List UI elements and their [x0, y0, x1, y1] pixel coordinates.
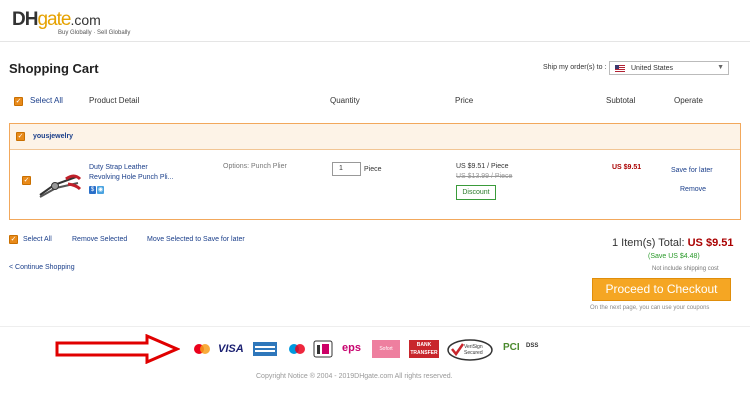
store-name[interactable]: yousjewelry	[33, 133, 73, 140]
column-price: Price	[455, 96, 474, 105]
product-name-link[interactable]: Duty Strap Leather Revolving Hole Punch …	[89, 163, 189, 183]
product-badges: $ ◉	[89, 184, 105, 194]
total-label: 1 Item(s) Total:	[612, 237, 688, 249]
dollar-badge-icon: $	[89, 186, 96, 194]
total-amount: US $9.51	[687, 237, 734, 249]
continue-shopping-link[interactable]: < Continue Shopping	[9, 264, 75, 271]
unit-price: US $9.51 / Piece	[456, 163, 509, 170]
product-image[interactable]	[36, 171, 82, 201]
store-checkbox[interactable]: ✓	[16, 132, 25, 141]
select-all-checkbox[interactable]: ✓	[14, 97, 23, 106]
footer-divider	[0, 326, 750, 327]
maestro-icon	[289, 344, 305, 354]
column-quantity: Quantity	[330, 96, 360, 105]
logo-dh: DH	[12, 9, 38, 30]
proceed-to-checkout-button[interactable]: Proceed to Checkout	[592, 278, 731, 301]
dropdown-caret-icon: ▼	[717, 64, 724, 71]
column-product-detail: Product Detail	[89, 96, 140, 105]
page-title: Shopping Cart	[9, 61, 99, 76]
bank-transfer-line1: BANK	[416, 342, 432, 348]
discount-button[interactable]: Discount	[456, 185, 496, 200]
savings-text: (Save US $4.48)	[648, 253, 700, 260]
store-header: ✓ yousjewelry	[10, 124, 740, 150]
item-subtotal: US $9.51	[612, 164, 642, 171]
site-header: DHgate.com Buy Globally · Sell Globally	[0, 0, 750, 42]
visa-icon: VISA	[218, 343, 244, 355]
american-express-icon	[253, 342, 277, 356]
quantity-input[interactable]: 1	[332, 162, 361, 176]
dhgate-logo[interactable]: DHgate.com Buy Globally · Sell Globally	[12, 9, 130, 36]
country-value: United States	[631, 65, 674, 72]
remove-selected-link[interactable]: Remove Selected	[72, 236, 127, 243]
item-checkbox[interactable]: ✓	[22, 176, 31, 185]
save-for-later-link[interactable]: Save for later	[671, 167, 713, 174]
shield-badge-icon: ◉	[97, 186, 104, 194]
ideal-icon	[313, 340, 333, 358]
bottom-select-all-label[interactable]: Select All	[23, 236, 52, 243]
product-options: Options: Punch Plier	[223, 163, 287, 170]
logo-com: .com	[70, 12, 101, 28]
logo-gate: gate	[37, 9, 71, 30]
column-subtotal: Subtotal	[606, 96, 636, 105]
checkout-note: On the next page, you can use your coupo…	[590, 305, 710, 311]
verisign-text: VeriSign Secured	[464, 344, 483, 362]
select-all-label[interactable]: Select All	[30, 96, 63, 105]
copyright-notice: Copyright Notice ® 2004 - 2019DHgate.com…	[256, 373, 453, 380]
ship-to-label: Ship my order(s) to :	[543, 64, 607, 71]
us-flag-icon	[615, 65, 625, 72]
eps-icon: eps	[342, 342, 361, 354]
original-price: US $13.99 / Piece	[456, 173, 513, 180]
order-total: 1 Item(s) Total: US $9.51	[612, 237, 733, 249]
sofort-icon: Sofort	[372, 340, 400, 358]
move-selected-link[interactable]: Move Selected to Save for later	[147, 236, 245, 243]
shipping-note: Not include shipping cost	[652, 266, 719, 272]
bottom-select-all-checkbox[interactable]: ✓	[9, 235, 18, 244]
verisign-line2: Secured	[464, 350, 483, 356]
bank-transfer-line2: TRANSFER	[410, 350, 438, 356]
remove-link[interactable]: Remove	[680, 186, 706, 193]
red-arrow-icon	[55, 334, 180, 364]
column-operate: Operate	[674, 96, 703, 105]
bank-transfer-icon: BANK TRANSFER	[409, 340, 439, 358]
product-name-line2: Revolving Hole Punch Pli...	[89, 174, 174, 181]
quantity-unit: Piece	[364, 166, 382, 173]
dss-icon: DSS	[526, 343, 539, 349]
country-select[interactable]: United States ▼	[609, 61, 729, 75]
mastercard-icon	[194, 344, 210, 354]
pci-icon: PCI	[503, 342, 520, 353]
logo-tagline: Buy Globally · Sell Globally	[58, 30, 131, 36]
product-name-line1: Duty Strap Leather	[89, 164, 148, 171]
